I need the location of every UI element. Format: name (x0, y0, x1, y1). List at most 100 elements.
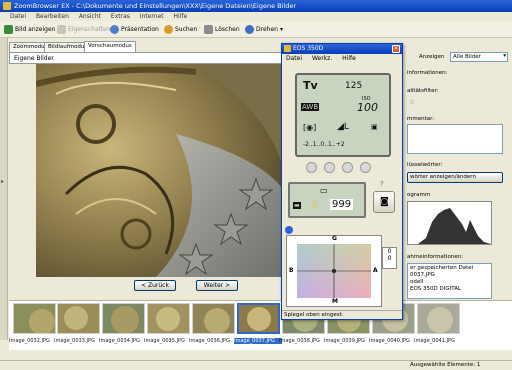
rewind-icon[interactable] (324, 162, 335, 173)
presentation-button[interactable]: Präsentation (110, 24, 159, 35)
thumbnail-label[interactable]: Image_0032.JPG (9, 338, 57, 344)
delete-button[interactable]: Löschen (204, 24, 240, 35)
preview-navigation: < Zurück Weiter > (36, 277, 286, 293)
wb-shift-icon (285, 226, 293, 234)
camera-lcd-panel: Tv 125 ISO AWB 100 [◉] ◢L ▣ -2..1..0..1.… (295, 73, 391, 157)
close-icon[interactable]: × (392, 45, 400, 53)
drive-mode-icon: ▣ (371, 123, 378, 131)
keywords-button[interactable]: wörter anzeigen/ändern (407, 172, 503, 183)
presentation-icon (110, 25, 119, 34)
shooting-mode: Tv (303, 79, 318, 92)
next-button[interactable]: Weiter > (196, 280, 238, 291)
next-icon[interactable] (360, 162, 371, 173)
histogram-graph (408, 202, 491, 244)
shutter-speed: 125 (345, 81, 363, 91)
properties-icon (57, 25, 66, 34)
play-icon[interactable] (342, 162, 353, 173)
histogram-label: ogramm (407, 192, 431, 198)
shots-remaining: 999 (330, 199, 354, 210)
quality-filter-label: alitätsfilter: (407, 88, 439, 94)
eos-title: EOS 350D (293, 45, 324, 52)
battery-icon: ▬ (293, 202, 301, 209)
eos-menu-tools[interactable]: Werkz. (312, 55, 332, 62)
chevron-right-icon: ▸ (1, 178, 5, 185)
wb-shift-values: 0 0 (382, 247, 397, 269)
wb-shift-grid[interactable]: G M B A (286, 235, 382, 307)
menu-help[interactable]: Hilfe (174, 13, 188, 20)
eos-status-bar: Spiegel oben eingest. (282, 310, 402, 319)
thumbnail-label-selected[interactable]: Image_0037.JPG (234, 338, 282, 344)
frame-icon: ▭ (320, 186, 328, 195)
window-title: ZoomBrowser EX - C:\Dokumente und Einste… (14, 2, 297, 10)
wb-shift-value-ba: 0 (387, 255, 392, 262)
thumbnail-label[interactable]: Image_0033.JPG (54, 338, 102, 344)
thumbnail-image[interactable] (417, 303, 460, 334)
toolbar: Bild anzeigen Eigenschaften Präsentation… (0, 21, 512, 38)
thumbnail-image[interactable] (57, 303, 100, 334)
search-button[interactable]: Suchen (164, 24, 197, 35)
wb-shift-value-gm: 0 (387, 248, 392, 255)
show-image-button[interactable]: Bild anzeigen (4, 24, 55, 35)
thumbnail-label[interactable]: Image_0041.JPG (414, 338, 462, 344)
trash-icon (204, 25, 213, 34)
axis-magenta-label: M (332, 298, 338, 305)
chevron-down-icon: ▾ (503, 53, 506, 59)
metering-icon: [◉] (303, 123, 317, 132)
menu-file[interactable]: Datei (10, 13, 26, 20)
comment-field[interactable] (407, 124, 503, 154)
app-icon (3, 2, 11, 10)
camera-icon (284, 45, 291, 52)
camera-shutter-icon: ◙ (380, 197, 389, 207)
warning-icon: ⚠ (310, 200, 319, 210)
info-panel: Anzeigen Alle Bilder ▾ informationen: al… (405, 50, 512, 300)
eos-menu-file[interactable]: Datei (286, 55, 302, 62)
chevron-down-icon[interactable]: ▾ (280, 26, 283, 33)
selected-count: Ausgewählte Elemente: 1 (410, 362, 481, 368)
eos-status-text: Spiegel oben eingest. (284, 312, 344, 318)
menu-bar: Datei Bearbeiten Ansicht Extras Internet… (0, 12, 512, 21)
thumbnail-label[interactable]: Image_0036.JPG (189, 338, 237, 344)
eos-titlebar[interactable]: EOS 350D × (282, 44, 402, 54)
menu-tools[interactable]: Extras (111, 13, 130, 20)
folder-header: Eigene Bilder (9, 52, 287, 64)
camera-status-lcd: ▭ ▬ ⚠ 999 (288, 182, 366, 218)
thumbnail-label[interactable]: Image_0034.JPG (99, 338, 147, 344)
thumbnail-strip: Image_0032.JPG Image_0033.JPG Image_0034… (9, 300, 512, 350)
info-header: informationen: (407, 70, 448, 76)
capture-info-box[interactable]: er gespeicherten Datei 0037.JPG odell EO… (407, 263, 492, 299)
playback-controls (306, 161, 376, 175)
thumbnail-image[interactable] (147, 303, 190, 334)
thumbnail-image-selected[interactable] (237, 303, 280, 334)
show-label: Anzeigen (419, 54, 445, 60)
rotate-icon (245, 25, 254, 34)
search-icon (164, 25, 173, 34)
release-button[interactable]: ◙ (373, 191, 395, 213)
preview-image[interactable] (36, 64, 286, 277)
thumbnail-label[interactable]: Image_0040.JPG (369, 338, 417, 344)
thumbnail-label[interactable]: Image_0035.JPG (144, 338, 192, 344)
thumbnail-image[interactable] (102, 303, 145, 334)
back-button[interactable]: < Zurück (134, 280, 176, 291)
menu-internet[interactable]: Internet (140, 13, 164, 20)
axis-amber-label: A (373, 267, 378, 274)
properties-button[interactable]: Eigenschaften (57, 24, 111, 35)
eos-menu-help[interactable]: Hilfe (342, 55, 356, 62)
tab-preview-mode[interactable]: Vorschaumodus (84, 41, 136, 52)
thumbnail-label[interactable]: Image_0039.JPG (324, 338, 372, 344)
exposure-scale: -2..1..0..1..+2 (303, 141, 345, 148)
thumbnail-label[interactable]: Image_0038.JPG (279, 338, 327, 344)
iso-value: 100 (357, 101, 378, 114)
thumbnail-image[interactable] (13, 303, 56, 334)
help-icon[interactable]: ? (380, 180, 384, 188)
left-collapse-strip[interactable]: ▸ (0, 38, 8, 340)
capture-info-label: ahmeinformationen: (407, 254, 464, 260)
white-balance: AWB (301, 103, 320, 111)
star-icon[interactable]: ☆ (409, 98, 415, 106)
menu-view[interactable]: Ansicht (79, 13, 101, 20)
menu-edit[interactable]: Bearbeiten (36, 13, 69, 20)
rotate-button[interactable]: Drehen ▾ (245, 24, 283, 35)
thumbnail-image[interactable] (192, 303, 235, 334)
axis-green-label: G (332, 235, 337, 242)
previous-icon[interactable] (306, 162, 317, 173)
show-filter-select[interactable]: Alle Bilder ▾ (450, 52, 508, 62)
